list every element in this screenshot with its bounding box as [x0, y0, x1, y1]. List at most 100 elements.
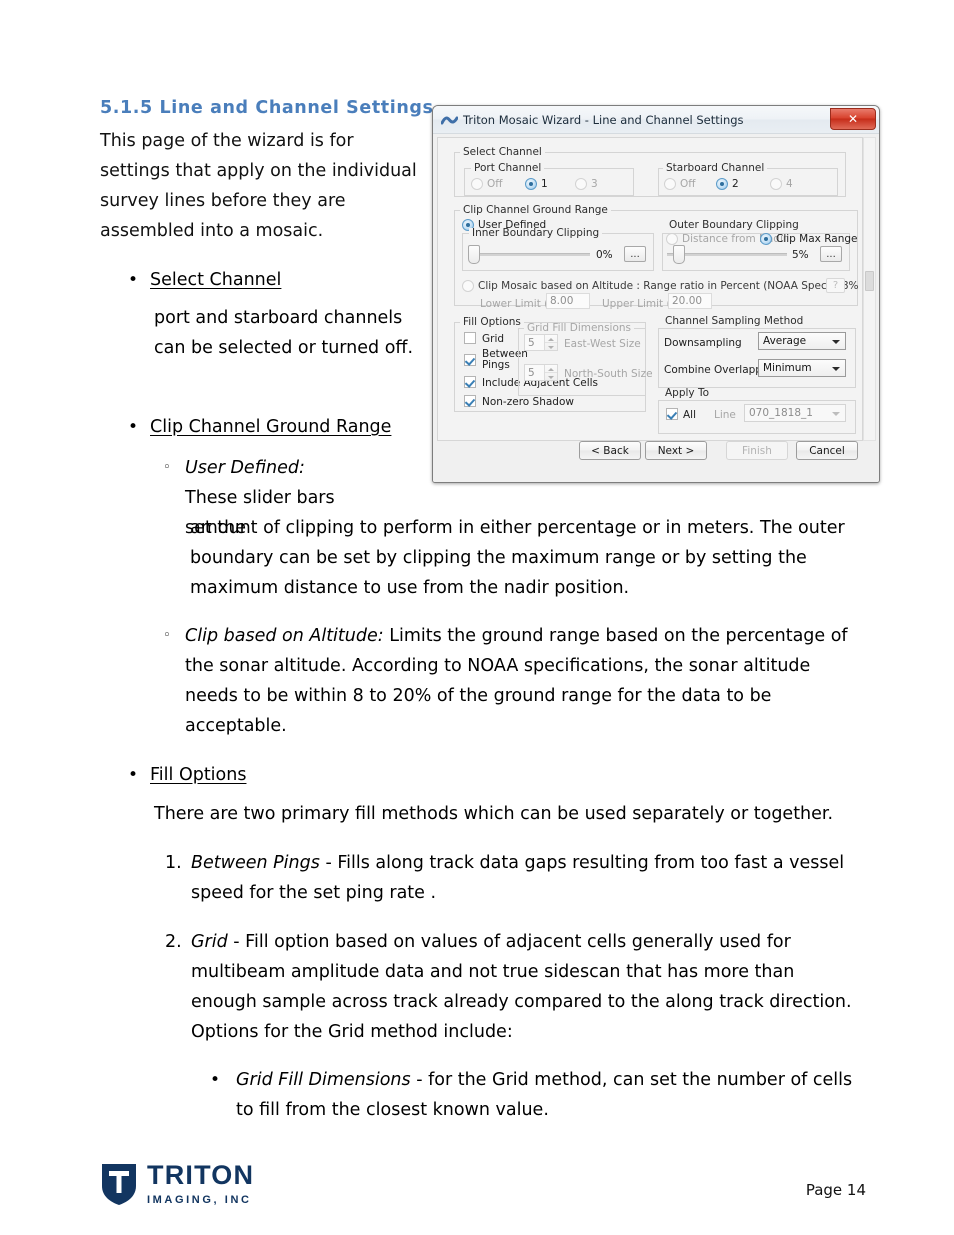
cancel-button[interactable]: Cancel — [796, 441, 858, 460]
outer-boundary-group-title: Outer Boundary Clipping — [666, 220, 802, 231]
distance-from-nadir-radio[interactable] — [666, 233, 678, 245]
grid-body: - Fill option based on values of adjacen… — [191, 932, 852, 1042]
starboard-channel-group-title: Starboard Channel — [663, 163, 768, 174]
stepper-down-icon[interactable] — [545, 373, 557, 380]
user-defined-label: User Defined: — [185, 458, 305, 478]
north-south-size-stepper[interactable]: 5 — [524, 364, 558, 381]
dialog-body: Select Channel Port Channel Off 1 3 Star… — [433, 134, 879, 482]
clip-mosaic-altitude-radio[interactable] — [462, 280, 474, 292]
user-defined-body: amount of clipping to perform in either … — [190, 518, 845, 598]
fill-options-group-title: Fill Options — [460, 317, 524, 328]
channel-sampling-group-title: Channel Sampling Method — [662, 316, 807, 327]
bullet-marker — [128, 760, 150, 790]
intro-paragraph: This page of the wizard is for settings … — [100, 131, 417, 241]
upper-limit-field[interactable]: 20.00 — [668, 293, 712, 309]
bullet-marker — [128, 265, 150, 295]
back-button[interactable]: < Back — [579, 441, 641, 460]
between-pings-checkbox[interactable] — [464, 354, 476, 366]
port-channel-group-title: Port Channel — [471, 163, 545, 174]
shield-icon — [100, 1162, 138, 1206]
bullet-clip-channel: Clip Channel Ground Range — [128, 412, 448, 442]
fill-options-body: There are two primary fill methods which… — [154, 804, 834, 824]
between-pings-label: Between Pings — [191, 853, 320, 873]
starboard-channel4-radio[interactable] — [770, 178, 782, 190]
nonzero-shadow-label: Non-zero Shadow — [482, 396, 574, 408]
chevron-down-icon — [832, 340, 840, 344]
combine-overlapping-select[interactable]: Minimum — [758, 359, 846, 377]
grid-checkbox[interactable] — [464, 332, 476, 344]
east-west-size-value: 5 — [528, 336, 535, 349]
subbullet-marker — [163, 621, 185, 651]
apply-line-select[interactable]: 070_1818_1 — [744, 404, 846, 422]
help-button[interactable]: ? — [826, 278, 845, 293]
clip-max-range-radio[interactable] — [760, 233, 772, 245]
clip-channel-group-title: Clip Channel Ground Range — [460, 205, 611, 216]
north-south-size-label: North-South Size — [564, 368, 653, 380]
between-pings-text: Between Pings - Fills along track data g… — [191, 848, 863, 908]
logo-wordmark: TRITON IMAGING, INC — [147, 1162, 254, 1207]
list-number: 2. — [165, 932, 182, 952]
document-page: 5.1.5 Line and Channel Settings This pag… — [0, 0, 954, 1235]
grid-fill-label: Grid Fill Dimensions — [236, 1070, 411, 1090]
starboard-channel2-radio[interactable] — [716, 178, 728, 190]
mosaic-wizard-dialog: Triton Mosaic Wizard - Line and Channel … — [432, 105, 880, 483]
select-channel-group-title: Select Channel — [460, 147, 545, 158]
north-south-size-value: 5 — [528, 366, 535, 379]
bullet-clip-channel-label: Clip Channel Ground Range — [150, 417, 392, 437]
clip-mosaic-altitude-label: Clip Mosaic based on Altitude : Range ra… — [478, 280, 863, 292]
include-adjacent-cells-checkbox[interactable] — [464, 376, 476, 388]
numbered-item-between-pings: 1. Between Pings - Fills along track dat… — [165, 848, 865, 908]
port-channel3-radio[interactable] — [575, 178, 587, 190]
downsampling-select[interactable]: Average — [758, 332, 846, 350]
outer-boundary-options-button[interactable]: ... — [820, 246, 842, 262]
inner-boundary-slider[interactable] — [468, 245, 590, 264]
grid-fill-text: Grid Fill Dimensions - for the Grid meth… — [236, 1065, 862, 1125]
next-button[interactable]: Next > — [645, 441, 707, 460]
stepper-up-icon[interactable] — [545, 335, 557, 343]
starboard-off-radio[interactable] — [664, 178, 676, 190]
east-west-size-stepper[interactable]: 5 — [524, 334, 558, 351]
dialog-scrollbar[interactable] — [863, 137, 876, 441]
bullet-marker — [210, 1065, 236, 1095]
chevron-down-icon — [832, 412, 840, 416]
outer-boundary-slider[interactable] — [667, 245, 787, 264]
stepper-buttons[interactable] — [544, 365, 557, 380]
stepper-down-icon[interactable] — [545, 343, 557, 350]
lower-limit-field[interactable]: 8.00 — [546, 293, 590, 309]
bullet-marker — [128, 412, 150, 442]
nonzero-shadow-checkbox[interactable] — [464, 395, 476, 407]
apply-line-label: Line — [714, 409, 736, 421]
clip-altitude-label: Clip based on Altitude: — [185, 626, 384, 646]
combine-overlapping-value: Minimum — [763, 362, 812, 374]
dialog-titlebar[interactable]: Triton Mosaic Wizard - Line and Channel … — [433, 106, 879, 134]
scrollbar-thumb[interactable] — [865, 270, 874, 291]
dialog-content-pane: Select Channel Port Channel Off 1 3 Star… — [437, 137, 863, 441]
inner-boundary-options-button[interactable]: ... — [624, 246, 646, 262]
starboard-off-label: Off — [680, 178, 696, 190]
inner-boundary-value: 0% — [596, 249, 613, 261]
apply-line-value: 070_1818_1 — [749, 407, 813, 419]
close-icon[interactable]: ✕ — [830, 108, 876, 130]
logo-sub-text: IMAGING, INC — [147, 1194, 252, 1206]
port-off-radio[interactable] — [471, 178, 483, 190]
slider-thumb[interactable] — [673, 245, 685, 264]
list-number: 1. — [165, 853, 182, 873]
downsampling-value: Average — [763, 335, 807, 347]
dialog-title: Triton Mosaic Wizard - Line and Channel … — [463, 112, 744, 127]
slider-thumb[interactable] — [468, 245, 480, 264]
stepper-buttons[interactable] — [544, 335, 557, 350]
outer-boundary-value: 5% — [792, 249, 809, 261]
apply-all-checkbox[interactable] — [666, 408, 678, 420]
bullet-select-channel-label: Select Channel — [150, 270, 282, 290]
grid-label: Grid — [191, 932, 228, 952]
chevron-down-icon — [832, 367, 840, 371]
bullet-fill-options-label: Fill Options — [150, 765, 247, 785]
clip-altitude-line: Clip based on Altitude: Limits the groun… — [185, 621, 857, 741]
subbullet-marker — [163, 453, 185, 483]
stepper-up-icon[interactable] — [545, 365, 557, 373]
select-channel-body: port and starboard channels can be selec… — [154, 308, 414, 358]
east-west-size-label: East-West Size — [564, 338, 641, 350]
slider-track — [468, 253, 590, 256]
port-channel1-radio[interactable] — [525, 178, 537, 190]
page-number: Page 14 — [805, 1181, 866, 1199]
